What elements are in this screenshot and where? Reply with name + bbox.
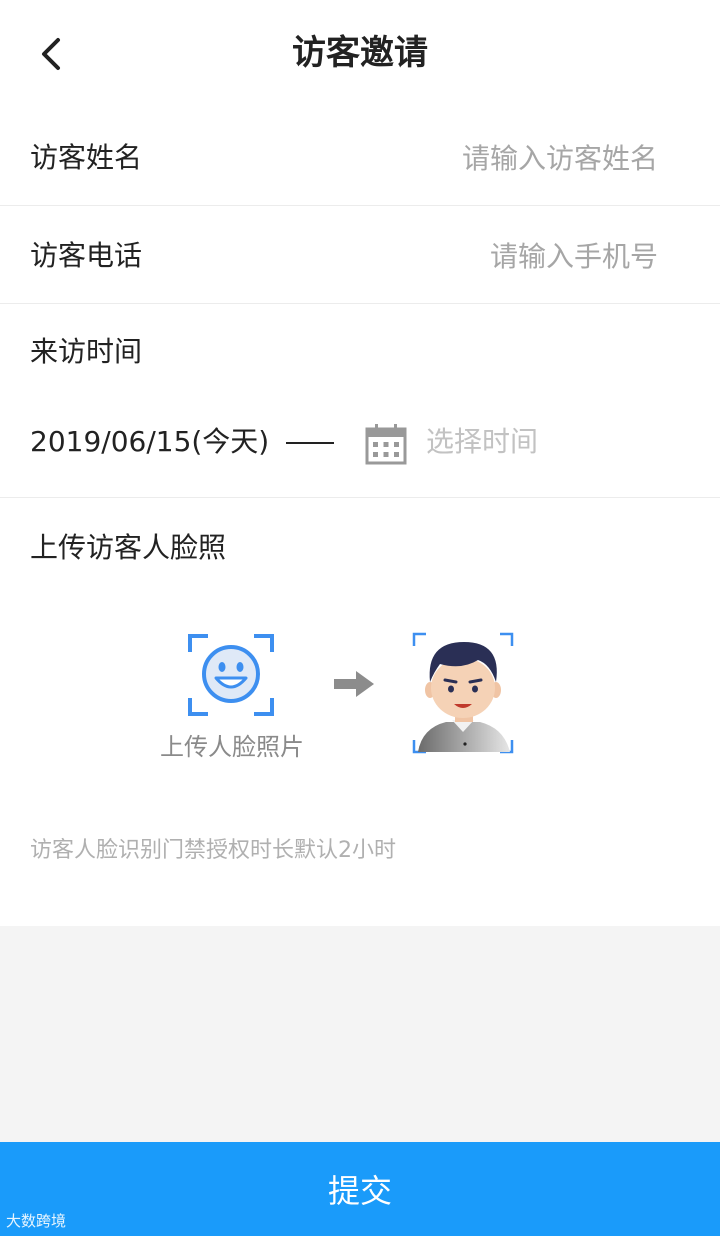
authorization-hint: 访客人脸识别门禁授权时长默认2小时 (30, 838, 396, 863)
visitor-name-input[interactable] (298, 136, 658, 180)
header-bar: 访客邀请 (0, 0, 720, 108)
time-range-dash (286, 442, 334, 444)
page-title: 访客邀请 (292, 33, 428, 73)
arrow-right-icon (334, 671, 374, 697)
visit-start-date[interactable]: 2019/06/15(今天) (30, 422, 269, 462)
sample-face-avatar-icon (412, 632, 514, 754)
visitor-name-row: 访客姓名 (0, 108, 720, 206)
submit-button[interactable]: 提交 (0, 1142, 720, 1236)
visit-end-time[interactable]: 选择时间 (426, 422, 538, 462)
form-card: 访客姓名 访客电话 来访时间 2019/06/15(今天) 选择时间 上传访客人… (0, 108, 720, 926)
visitor-phone-input[interactable] (298, 234, 658, 278)
upload-face-caption: 上传人脸照片 (160, 733, 304, 761)
visitor-name-label: 访客姓名 (30, 141, 143, 174)
visit-time-label: 来访时间 (30, 335, 143, 368)
visitor-phone-row: 访客电话 (0, 206, 720, 304)
calendar-icon[interactable] (364, 422, 408, 466)
watermark-text: 大数跨境 (6, 1212, 67, 1230)
visit-time-section: 来访时间 2019/06/15(今天) 选择时间 (0, 304, 720, 498)
upload-face-button[interactable]: 上传人脸照片 (150, 632, 320, 782)
smiley-face-scan-icon (188, 634, 274, 716)
face-upload-label: 上传访客人脸照 (30, 531, 227, 564)
visitor-phone-label: 访客电话 (30, 239, 143, 272)
